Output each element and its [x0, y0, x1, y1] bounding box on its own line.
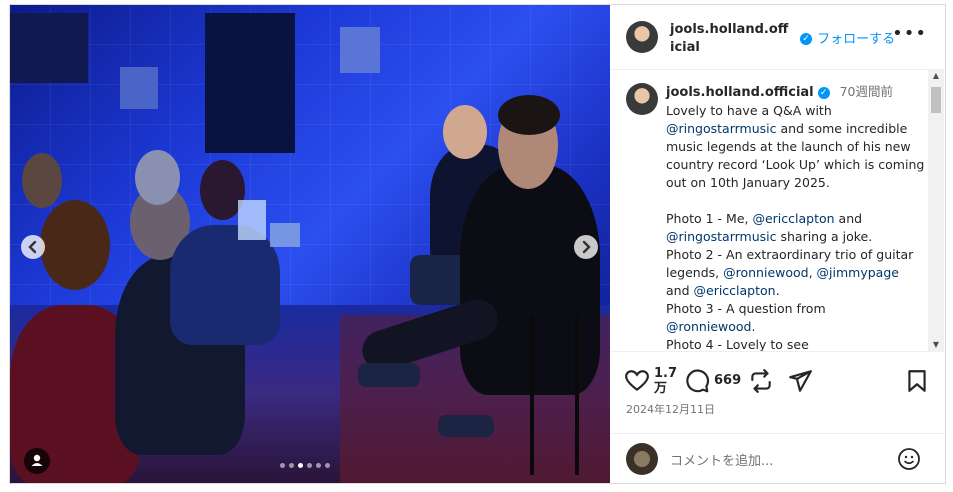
- caption-line: .: [775, 283, 780, 298]
- user-tag-icon: [31, 454, 43, 466]
- caption-username[interactable]: jools.holland.official: [666, 85, 814, 100]
- mention-link[interactable]: @jimmypage: [817, 265, 899, 280]
- more-horizontal-icon: •••: [892, 23, 927, 44]
- like-button[interactable]: [624, 368, 650, 398]
- repost-icon: [751, 369, 771, 393]
- carousel-dot: [316, 463, 321, 468]
- more-options-button[interactable]: •••: [892, 23, 927, 44]
- caption-line: ,: [808, 265, 817, 280]
- repost-button[interactable]: [748, 368, 774, 398]
- mention-link[interactable]: @ronniewood: [666, 319, 751, 334]
- mention-link[interactable]: @ericclapton: [694, 283, 776, 298]
- carousel-indicator: [280, 463, 330, 468]
- comment-count[interactable]: 669: [714, 373, 741, 388]
- post-date[interactable]: 2024年12月11日: [626, 401, 715, 417]
- mention-link[interactable]: @ericclapton: [752, 211, 834, 226]
- carousel-next-button[interactable]: [574, 235, 598, 259]
- caption-line: Photo 1 - Me,: [666, 211, 753, 226]
- mention-link[interactable]: @ringostarrmusic: [666, 229, 777, 244]
- wall-photo: [120, 67, 158, 109]
- post-header: jools.holland.official ✓ フォローする •••: [610, 5, 945, 70]
- like-count-unit: 万: [654, 381, 668, 396]
- guest-shoe: [358, 363, 420, 387]
- carousel-dot: [325, 463, 330, 468]
- emoji-icon: [898, 448, 920, 470]
- caption-line: sharing a joke.: [776, 229, 873, 244]
- author-block: jools.holland.official: [670, 20, 790, 56]
- comment-input[interactable]: コメントを追加...: [670, 450, 773, 469]
- caption-line: and: [834, 211, 863, 226]
- scroll-down-icon[interactable]: ▼: [928, 340, 944, 349]
- share-button[interactable]: [787, 368, 813, 398]
- stool-leg: [530, 315, 534, 475]
- mention-link[interactable]: @ringostarrmusic: [666, 121, 777, 136]
- audience-head: [40, 200, 110, 290]
- stool-leg: [575, 315, 579, 475]
- caption-line: .: [751, 319, 756, 334]
- caption-avatar[interactable]: [626, 83, 658, 115]
- like-count[interactable]: 1.7 万: [654, 366, 677, 396]
- post-dialog: jools.holland.official ✓ フォローする ••• jool…: [9, 4, 946, 484]
- mention-link[interactable]: @ronniewood: [723, 265, 808, 280]
- current-user-avatar: [626, 443, 658, 475]
- laptop-screen: [238, 200, 266, 240]
- scroll-up-icon[interactable]: ▲: [928, 71, 944, 80]
- carousel-prev-button[interactable]: [21, 235, 45, 259]
- wall-screen: [10, 13, 88, 83]
- verified-badge-icon: ✓: [800, 32, 812, 45]
- post-photo: [10, 5, 610, 483]
- carousel-dot: [280, 463, 285, 468]
- caption-line: and: [666, 283, 694, 298]
- guest-hair: [498, 95, 560, 135]
- post-time-ago[interactable]: 70週間前: [840, 84, 893, 99]
- verified-badge-icon: ✓: [817, 86, 830, 99]
- audience-head: [22, 153, 62, 208]
- caption-area: jools.holland.official ✓ 70週間前 Lovely to…: [610, 69, 945, 351]
- carousel-dot: [289, 463, 294, 468]
- author-username[interactable]: jools.holland.official: [670, 22, 788, 55]
- comment-bar: コメントを追加...: [610, 433, 945, 483]
- carousel-dot-active: [298, 463, 303, 468]
- wall-photo: [340, 27, 380, 73]
- post-side-panel: jools.holland.official ✓ フォローする ••• jool…: [610, 5, 945, 483]
- scroll-thumb[interactable]: [931, 87, 941, 113]
- carousel-dot: [307, 463, 312, 468]
- host-head: [443, 105, 487, 159]
- doorway: [205, 13, 295, 153]
- audience-person: [170, 225, 280, 345]
- comment-button[interactable]: [684, 368, 710, 398]
- bookmark-icon: [908, 370, 926, 392]
- author-avatar[interactable]: [626, 21, 658, 53]
- comment-icon: [686, 369, 710, 393]
- save-button[interactable]: [904, 368, 930, 398]
- caption-line: Lovely to have a Q&A with: [666, 103, 832, 118]
- follow-wrap: ✓ フォローする: [800, 28, 895, 47]
- caption-line: Photo 3 - A question from: [666, 301, 826, 316]
- chevron-left-icon: [28, 240, 37, 254]
- like-count-value: 1.7: [654, 366, 678, 381]
- heart-icon: [625, 370, 649, 392]
- laptop-screen: [270, 223, 300, 247]
- caption-line: Photo 4 - Lovely to see: [666, 337, 809, 351]
- audience-head: [135, 150, 180, 205]
- follow-button[interactable]: フォローする: [817, 32, 895, 47]
- tagged-users-button[interactable]: [24, 448, 50, 474]
- caption-text: jools.holland.official ✓ 70週間前 Lovely to…: [666, 83, 928, 351]
- emoji-button[interactable]: [897, 447, 921, 475]
- chevron-right-icon: [582, 240, 591, 254]
- guest-shoe: [438, 415, 494, 437]
- share-icon: [789, 370, 812, 392]
- caption-scrollbar[interactable]: ▲ ▼: [928, 69, 944, 351]
